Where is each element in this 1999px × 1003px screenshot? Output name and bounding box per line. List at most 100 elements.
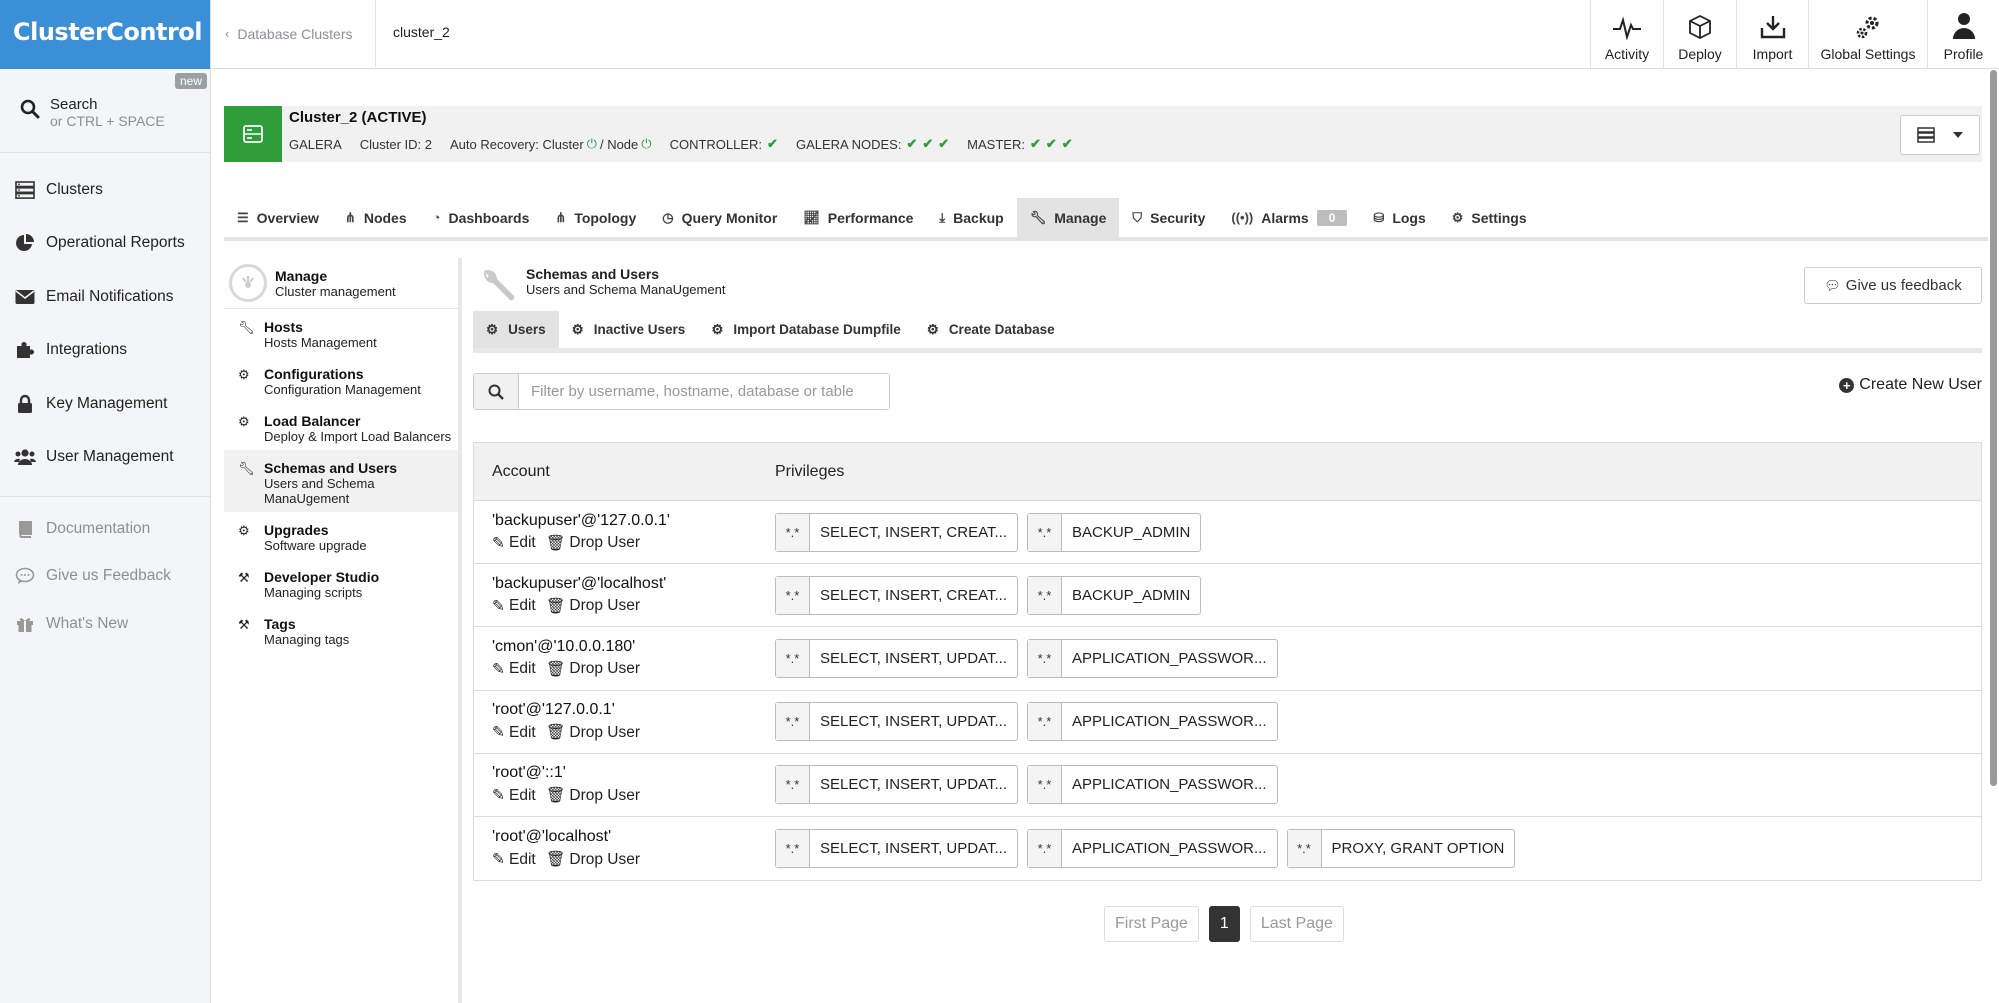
account-cell: 'backupuser'@'127.0.0.1' ✎ Edit 🗑︎ Drop User <box>474 512 775 553</box>
sidebar-item-load-balancer[interactable]: ⚙ Load Balancer Deploy & Import Load Bala… <box>224 403 458 450</box>
filter-search-button[interactable] <box>474 374 519 409</box>
tab-backup[interactable]: ⤓ Backup <box>926 198 1016 237</box>
edit-user-button[interactable]: ✎ Edit <box>492 534 536 553</box>
nav-item-give-feedback[interactable]: Give us Feedback <box>0 553 210 601</box>
current-page[interactable]: 1 <box>1208 906 1240 942</box>
cluster-actions-dropdown[interactable] <box>1900 115 1980 155</box>
privilege-chip[interactable]: *.* SELECT, INSERT, CREAT... <box>775 575 1018 615</box>
privilege-chip[interactable]: *.* SELECT, INSERT, UPDAT... <box>775 765 1018 805</box>
app-logo[interactable]: ClusterControl <box>0 0 210 69</box>
account-cell: 'cmon'@'10.0.0.180' ✎ Edit 🗑︎ Drop User <box>474 638 775 679</box>
tab-inactive-users[interactable]: ⚙ Inactive Users <box>559 311 699 348</box>
edit-user-button[interactable]: ✎ Edit <box>492 786 536 805</box>
privilege-chip[interactable]: *.* APPLICATION_PASSWOR... <box>1027 638 1278 678</box>
tab-dashboards[interactable]: ◔ Dashboards <box>420 198 543 237</box>
nav-item-email-notifications[interactable]: Email Notifications <box>0 270 210 324</box>
sidebar-item-title: Load Balancer <box>264 413 361 429</box>
privilege-chip[interactable]: *.* SELECT, INSERT, UPDAT... <box>775 702 1018 742</box>
tab-import-dumpfile[interactable]: ⚙ Import Database Dumpfile <box>698 311 913 348</box>
tab-query-monitor[interactable]: ◷ Query Monitor <box>649 198 790 237</box>
privilege-list: SELECT, INSERT, UPDAT... <box>820 649 1007 667</box>
edit-user-button[interactable]: ✎ Edit <box>492 850 536 869</box>
tab-logs[interactable]: ⛁ Logs <box>1360 198 1438 237</box>
tab-label: Create Database <box>948 322 1055 337</box>
privilege-chip[interactable]: *.* APPLICATION_PASSWOR... <box>1027 829 1278 869</box>
edit-user-button[interactable]: ✎ Edit <box>492 723 536 742</box>
nav-item-user-management[interactable]: User Management <box>0 431 210 485</box>
give-feedback-button[interactable]: 💬︎ Give us feedback <box>1804 267 1982 304</box>
privilege-chip[interactable]: *.* PROXY, GRANT OPTION <box>1286 829 1516 869</box>
global-settings-button[interactable]: Global Settings <box>1808 0 1927 68</box>
privilege-chip[interactable]: *.* SELECT, INSERT, CREAT... <box>775 512 1018 552</box>
nav-item-whats-new[interactable]: What's New <box>0 600 210 648</box>
sidebar-item-schemas-and-users[interactable]: 🔧︎ Schemas and Users Users and Schema Man… <box>224 450 458 512</box>
nav-item-key-management[interactable]: Key Management <box>0 377 210 431</box>
sidebar-item-upgrades[interactable]: ⚙ Upgrades Software upgrade <box>224 512 458 559</box>
cluster-id: Cluster ID: 2 <box>359 136 432 152</box>
nav-item-label: Key Management <box>46 394 168 412</box>
page-scrollbar[interactable] <box>1990 70 1997 786</box>
nav-item-clusters[interactable]: Clusters <box>0 163 210 217</box>
sidebar-item-configurations[interactable]: ⚙ Configurations Configuration Management <box>224 356 458 403</box>
privilege-chip[interactable]: *.* BACKUP_ADMIN <box>1027 575 1202 615</box>
import-button[interactable]: Import <box>1736 0 1808 68</box>
privileges-cell: *.* SELECT, INSERT, UPDAT... *.* APPLICATIO… <box>775 829 1516 869</box>
tab-alarms[interactable]: ((•)) Alarms 0 <box>1218 198 1360 237</box>
top-actions: Activity Deploy Import Global Settings P… <box>1590 0 1999 68</box>
edit-user-button[interactable]: ✎ Edit <box>492 597 536 616</box>
nav-item-documentation[interactable]: Documentation <box>0 505 210 553</box>
account-cell: 'root'@'::1'✎ Edit 🗑︎ Drop User <box>474 764 775 805</box>
breadcrumb[interactable]: ‹ Database Clusters <box>225 0 376 67</box>
activity-button[interactable]: Activity <box>1590 0 1663 68</box>
tab-topology[interactable]: ⋔ Topology <box>542 198 649 237</box>
global-settings-label: Global Settings <box>1820 46 1916 62</box>
nav-item-operational-reports[interactable]: Operational Reports <box>0 217 210 271</box>
account-name: 'root'@'::1' <box>492 764 566 782</box>
tab-nodes[interactable]: ⋔ Nodes <box>332 198 420 237</box>
tab-label: Settings <box>1471 209 1527 226</box>
tab-users[interactable]: ⚙ Users <box>473 311 559 348</box>
tab-create-database[interactable]: ⚙ Create Database <box>914 311 1068 348</box>
privilege-chip[interactable]: *.* BACKUP_ADMIN <box>1027 512 1202 552</box>
manage-desc: Cluster management <box>275 283 396 299</box>
drop-user-button[interactable]: 🗑︎ Drop User <box>546 723 640 742</box>
breadcrumb-link[interactable]: Database Clusters <box>237 26 352 42</box>
drop-user-button[interactable]: 🗑︎ Drop User <box>546 850 640 869</box>
nav-item-integrations[interactable]: Integrations <box>0 324 210 378</box>
tab-performance[interactable]: 📈︎ Performance <box>790 198 926 237</box>
privilege-list: SELECT, INSERT, CREAT... <box>820 523 1007 541</box>
sidebar-item-developer-studio[interactable]: ⚒ Developer Studio Managing scripts <box>224 559 458 606</box>
users-icon <box>14 447 36 467</box>
wrench-icon: 🔧︎ <box>238 461 255 476</box>
profile-button[interactable]: Profile <box>1927 0 1999 68</box>
privileges-cell: *.* SELECT, INSERT, CREAT... *.* BACKUP_ADM… <box>775 575 1202 615</box>
privilege-chip[interactable]: *.* SELECT, INSERT, UPDAT... <box>775 638 1018 678</box>
drop-user-button[interactable]: 🗑︎ Drop User <box>546 786 640 805</box>
tab-overview[interactable]: ☰ Overview <box>224 198 332 237</box>
sidebar-item-hosts[interactable]: 🔧︎ Hosts Hosts Management <box>224 309 458 356</box>
privilege-scope: *.* <box>1028 830 1062 868</box>
drop-user-button[interactable]: 🗑︎ Drop User <box>546 597 640 616</box>
create-new-user-button[interactable]: + Create New User <box>1839 376 1982 394</box>
global-search[interactable]: new Search or CTRL + SPACE <box>0 69 210 153</box>
chat-icon <box>14 566 36 586</box>
gear-icon: ⚙ <box>926 321 939 337</box>
tab-security[interactable]: ⛉ Security <box>1119 198 1218 237</box>
deploy-button[interactable]: Deploy <box>1663 0 1736 68</box>
privilege-chip[interactable]: *.* APPLICATION_PASSWOR... <box>1027 702 1278 742</box>
table-row: 'root'@'127.0.0.1' ✎ Edit 🗑︎ Drop User *.* SEL… <box>474 691 1981 754</box>
privilege-chip[interactable]: *.* SELECT, INSERT, UPDAT... <box>775 829 1018 869</box>
pencil-icon: ✎ <box>492 660 505 678</box>
last-page-button[interactable]: Last Page <box>1249 906 1344 942</box>
master-status: MASTER: ✔ ✔ ✔ <box>967 136 1073 152</box>
drop-user-button[interactable]: 🗑︎ Drop User <box>546 534 640 553</box>
filter-input[interactable] <box>519 374 889 409</box>
edit-user-button[interactable]: ✎ Edit <box>492 660 536 679</box>
tab-manage[interactable]: 🔧︎ Manage <box>1016 198 1120 237</box>
first-page-button[interactable]: First Page <box>1104 906 1199 942</box>
privilege-chip[interactable]: *.* APPLICATION_PASSWOR... <box>1027 765 1278 805</box>
drop-user-button[interactable]: 🗑︎ Drop User <box>546 660 640 679</box>
tab-settings[interactable]: ⚙ Settings <box>1439 198 1540 237</box>
sidebar-item-tags[interactable]: ⚒ Tags Managing tags <box>224 606 458 653</box>
gear-icon: ⚙ <box>571 321 584 337</box>
